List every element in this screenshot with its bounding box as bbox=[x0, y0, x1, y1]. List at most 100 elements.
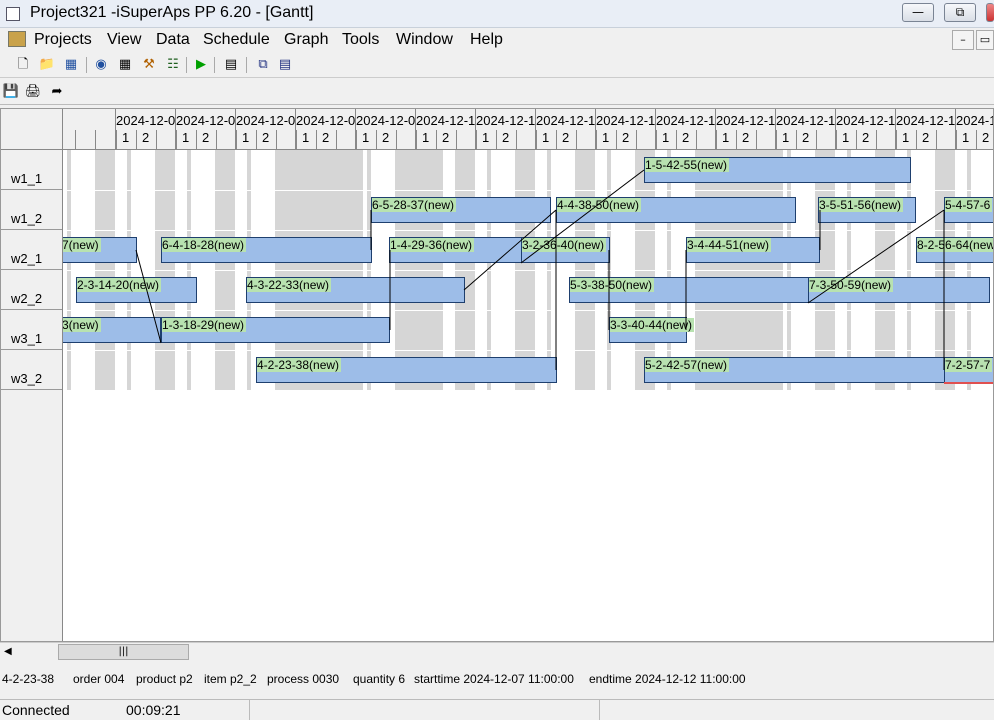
time-tick bbox=[476, 130, 477, 149]
day-column-header: 2024-12-1 12 bbox=[475, 109, 535, 149]
info-starttime: starttime 2024-12-07 11:00:00 bbox=[414, 672, 574, 686]
time-tick bbox=[416, 130, 417, 149]
row-header: w1_1 w1_2 w2_1 w2_2 w3_1 w3_2 bbox=[1, 109, 63, 641]
shift-label: 1 bbox=[782, 130, 790, 145]
shift-label: 2 bbox=[562, 130, 570, 145]
shift-label: 1 bbox=[302, 130, 310, 145]
day-column-header: 2024-12-1 12 bbox=[835, 109, 895, 149]
close-button[interactable] bbox=[986, 3, 994, 22]
time-tick bbox=[216, 130, 217, 149]
shift-label: 2 bbox=[382, 130, 390, 145]
corner-cell bbox=[1, 109, 62, 150]
day-column-header: 2024-12-0 1 2 bbox=[175, 109, 236, 149]
minimize-button[interactable]: — bbox=[902, 3, 934, 22]
shift-label: 1 bbox=[542, 130, 550, 145]
shift-label: 1 bbox=[482, 130, 490, 145]
new-file-icon[interactable]: 🗋 bbox=[14, 56, 32, 74]
exit-icon[interactable]: ➦ bbox=[48, 83, 66, 101]
day-column-header: 2024-12-1 12 bbox=[895, 109, 955, 149]
toolbar-separator bbox=[246, 57, 247, 73]
time-tick bbox=[816, 130, 817, 149]
dependency-links bbox=[135, 169, 993, 384]
day-column-header: 2024-12-1 12 bbox=[955, 109, 993, 149]
wrench-icon[interactable]: ⚒ bbox=[140, 56, 158, 74]
menu-bar: Projects View Data Schedule Graph Tools … bbox=[0, 28, 994, 52]
shift-label: 1 bbox=[602, 130, 610, 145]
open-folder-icon[interactable]: 📁 bbox=[38, 56, 56, 74]
info-process: process 0030 bbox=[267, 672, 340, 686]
day-column-header: 2024-12-0 1 2 bbox=[115, 109, 176, 149]
day-label: 2024-12-0 bbox=[236, 113, 296, 128]
scroll-left-arrow-icon[interactable]: ◀ bbox=[4, 646, 12, 657]
time-tick bbox=[196, 130, 197, 149]
menu-graph[interactable]: Graph bbox=[284, 31, 328, 49]
info-product: product p2 bbox=[136, 672, 193, 686]
print-icon[interactable]: 🖨 bbox=[24, 83, 42, 101]
time-tick bbox=[936, 130, 937, 149]
menu-view[interactable]: View bbox=[107, 31, 141, 49]
elapsed-time: 00:09:21 bbox=[126, 702, 181, 718]
gantt-toolbar: 💾 🖨 ➦ bbox=[0, 79, 994, 105]
shift-label: 2 bbox=[142, 130, 150, 145]
menu-projects[interactable]: Projects bbox=[34, 31, 92, 49]
row-label: w2_1 bbox=[1, 230, 62, 270]
shift-label: 1 bbox=[662, 130, 670, 145]
menu-help[interactable]: Help bbox=[470, 31, 503, 49]
time-tick bbox=[116, 130, 117, 149]
shift-label: 2 bbox=[982, 130, 990, 145]
restore-button[interactable]: ⧉ bbox=[944, 3, 976, 22]
shift-label: 2 bbox=[802, 130, 810, 145]
menu-window[interactable]: Window bbox=[396, 31, 453, 49]
dependency-link bbox=[520, 169, 645, 264]
status-bar: Connected 00:09:21 bbox=[0, 699, 994, 720]
day-label: 2024-12-1 bbox=[416, 113, 476, 128]
time-tick bbox=[856, 130, 857, 149]
day-label: 2024-12-0 bbox=[116, 113, 176, 128]
database-icon[interactable]: ◉ bbox=[92, 56, 110, 74]
list-view-icon[interactable]: ▤ bbox=[222, 56, 240, 74]
mdi-restore-button[interactable]: ▭ bbox=[976, 30, 994, 50]
scroll-thumb[interactable]: ||| bbox=[58, 644, 189, 660]
time-tick bbox=[316, 130, 317, 149]
cascade-icon[interactable]: ⧉ bbox=[254, 56, 272, 74]
shift-label: 1 bbox=[722, 130, 730, 145]
time-tick bbox=[236, 130, 237, 149]
connection-status: Connected bbox=[2, 702, 70, 718]
mdi-minimize-button[interactable]: – bbox=[952, 30, 974, 50]
day-column-header: 2024-12-1 12 bbox=[715, 109, 775, 149]
dependency-link bbox=[463, 209, 557, 291]
run-icon[interactable]: ▶ bbox=[192, 56, 210, 74]
time-tick bbox=[356, 130, 357, 149]
time-tick bbox=[716, 130, 717, 149]
time-tick bbox=[456, 130, 457, 149]
menu-schedule[interactable]: Schedule bbox=[203, 31, 270, 49]
day-label: 2024-12-0 bbox=[176, 113, 236, 128]
shift-label: 1 bbox=[182, 130, 190, 145]
info-quantity: quantity 6 bbox=[353, 672, 406, 686]
menu-tools[interactable]: Tools bbox=[342, 31, 379, 49]
tile-icon[interactable]: ▤ bbox=[276, 56, 294, 74]
shift-label: 1 bbox=[122, 130, 130, 145]
calendar-icon[interactable]: ▦ bbox=[116, 56, 134, 74]
status-separator bbox=[599, 700, 600, 720]
window-title: Project321 -iSuperAps PP 6.20 - [Gantt] bbox=[30, 4, 314, 21]
time-tick bbox=[776, 130, 777, 149]
row-label: w3_1 bbox=[1, 310, 62, 350]
day-column-header: 2024-12-1 12 bbox=[535, 109, 595, 149]
network-icon[interactable]: ☷ bbox=[164, 56, 182, 74]
time-tick bbox=[556, 130, 557, 149]
import-icon[interactable]: ▦ bbox=[62, 56, 80, 74]
menu-data[interactable]: Data bbox=[156, 31, 190, 49]
selected-task-info: 4-2-23-38 order 004 product p2 item p2_2… bbox=[0, 672, 994, 690]
day-label: 2024-12-1 bbox=[656, 113, 716, 128]
app-icon bbox=[6, 7, 20, 21]
shift-label: 2 bbox=[862, 130, 870, 145]
save-icon[interactable]: 💾 bbox=[2, 83, 20, 101]
horizontal-scrollbar[interactable]: ◀ ||| bbox=[0, 642, 994, 660]
time-tick bbox=[656, 130, 657, 149]
shift-label: 2 bbox=[742, 130, 750, 145]
shift-label: 1 bbox=[242, 130, 250, 145]
time-tick bbox=[376, 130, 377, 149]
info-endtime: endtime 2024-12-12 11:00:00 bbox=[589, 672, 746, 686]
time-tick bbox=[636, 130, 637, 149]
